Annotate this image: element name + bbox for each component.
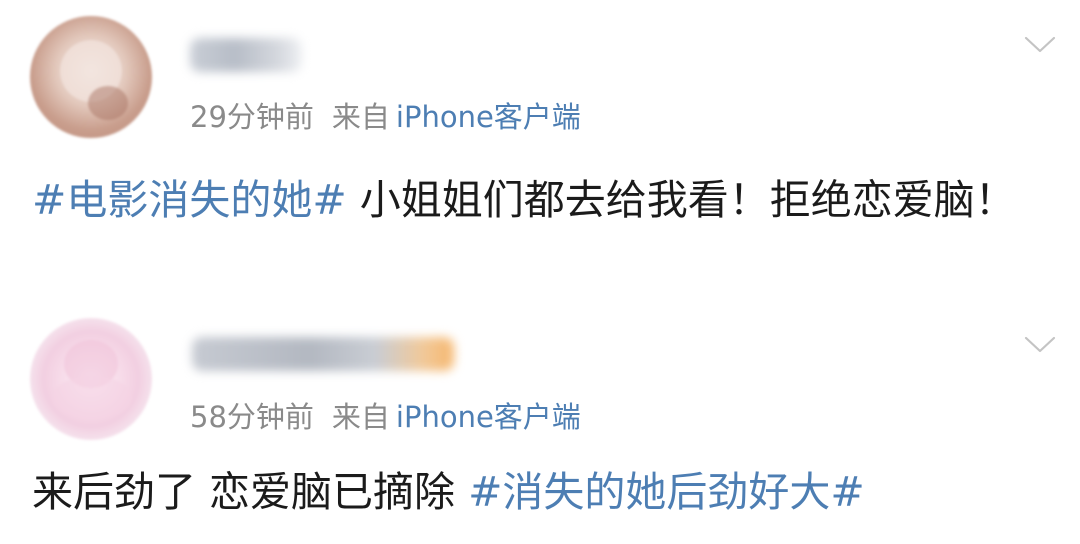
post-time: 29分钟前 [190,100,314,134]
comment-item: 29分钟前 来自 iPhone客户端 #电影消失的她# 小姐姐们都去给我看！拒绝恋爱… [0,0,1080,300]
comment-text: #电影消失的她# 小姐姐们都去给我看！拒绝恋爱脑！ [32,168,1042,232]
post-time: 58分钟前 [190,400,314,434]
comment-body: 来后劲了 恋爱脑已摘除 [32,468,469,516]
topic-link[interactable]: #消失的她后劲好大# [468,468,865,516]
post-meta: 58分钟前 来自 iPhone客户端 [190,399,581,435]
comment-text: 来后劲了 恋爱脑已摘除 #消失的她后劲好大# [32,460,1042,524]
post-meta: 29分钟前 来自 iPhone客户端 [190,99,581,135]
source-label: 来自 [331,400,390,434]
comment-item: 58分钟前 来自 iPhone客户端 来后劲了 恋爱脑已摘除 #消失的她后劲好大# [0,300,1080,544]
avatar[interactable] [30,16,152,138]
source-label: 来自 [331,100,390,134]
username[interactable] [190,38,302,72]
topic-link[interactable]: #电影消失的她# [32,176,347,224]
chevron-down-icon[interactable] [1024,36,1056,54]
avatar[interactable] [30,318,152,440]
chevron-down-icon[interactable] [1024,336,1056,354]
source-device-link[interactable]: iPhone客户端 [396,100,581,134]
source-device-link[interactable]: iPhone客户端 [396,400,581,434]
username[interactable] [192,337,454,371]
comment-body: 小姐姐们都去给我看！拒绝恋爱脑！ [346,176,1016,224]
